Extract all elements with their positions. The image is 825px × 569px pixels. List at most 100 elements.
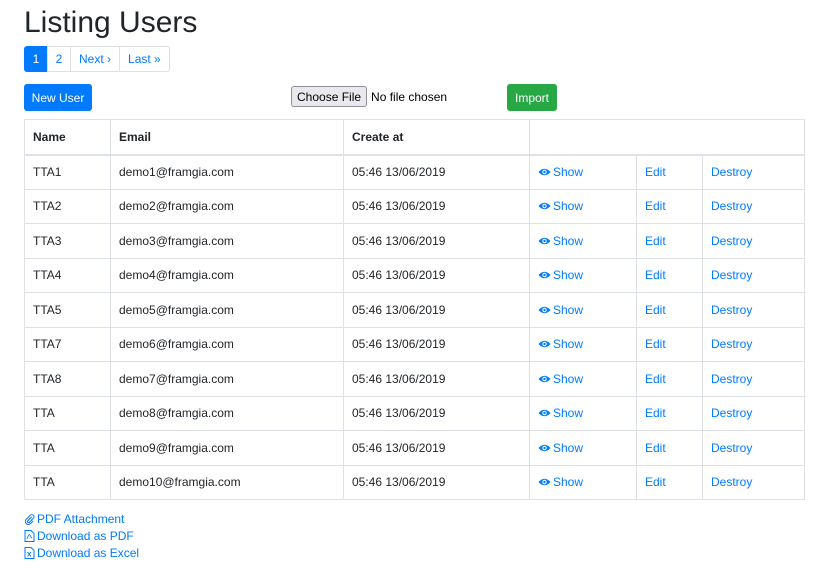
next-page-link[interactable]: Next › — [70, 46, 121, 72]
user-created-cell: 05:46 13/06/2019 — [343, 154, 530, 190]
download-pdf-link[interactable]: Download as PDF — [24, 527, 139, 544]
destroy-link[interactable]: Destroy — [711, 165, 752, 179]
edit-cell: Edit — [636, 188, 703, 224]
user-name-cell: TTA2 — [24, 188, 111, 224]
download-pdf-label: Download as PDF — [37, 528, 134, 543]
pdf-attachment-label: PDF Attachment — [37, 511, 125, 526]
eye-icon — [538, 306, 551, 313]
user-name-cell: TTA8 — [24, 361, 111, 397]
show-label: Show — [553, 337, 584, 352]
destroy-cell: Destroy — [701, 257, 806, 293]
edit-link[interactable]: Edit — [645, 372, 666, 386]
table-body: TTA1 demo1@framgia.com 05:46 13/06/2019 Sho… — [24, 154, 806, 500]
user-created-cell: 05:46 13/06/2019 — [343, 430, 530, 466]
edit-link[interactable]: Edit — [645, 234, 666, 248]
user-created-cell: 05:46 13/06/2019 — [343, 188, 530, 224]
edit-link[interactable]: Edit — [645, 199, 666, 213]
edit-link[interactable]: Edit — [645, 165, 666, 179]
user-email-cell: demo6@framgia.com — [110, 326, 344, 362]
table-row: TTA demo8@framgia.com 05:46 13/06/2019 Show… — [24, 395, 806, 431]
page-2-link[interactable]: 2 — [47, 46, 71, 72]
table-header-row: Name Email Create at — [24, 119, 806, 156]
edit-cell: Edit — [636, 292, 703, 328]
destroy-cell: Destroy — [701, 464, 806, 500]
show-link[interactable]: Show — [538, 165, 583, 179]
user-email-cell: demo7@framgia.com — [110, 361, 344, 397]
file-pdf-icon — [24, 529, 35, 542]
eye-icon — [538, 237, 551, 244]
eye-icon — [538, 479, 551, 486]
table-row: TTA5 demo5@framgia.com 05:46 13/06/2019 Sho… — [24, 292, 806, 328]
table-row: TTA3 demo3@framgia.com 05:46 13/06/2019 Sho… — [24, 223, 806, 259]
show-link[interactable]: Show — [538, 441, 583, 455]
edit-cell: Edit — [636, 257, 703, 293]
destroy-link[interactable]: Destroy — [711, 199, 752, 213]
show-cell: Show — [529, 188, 637, 224]
show-link[interactable]: Show — [538, 406, 583, 420]
destroy-link[interactable]: Destroy — [711, 441, 752, 455]
eye-icon — [538, 341, 551, 348]
new-user-button[interactable]: New User — [24, 84, 92, 111]
destroy-link[interactable]: Destroy — [711, 406, 752, 420]
edit-link[interactable]: Edit — [645, 303, 666, 317]
destroy-link[interactable]: Destroy — [711, 475, 752, 489]
footer-links: PDF Attachment Download as PDF Download … — [24, 510, 139, 561]
choose-file-button[interactable]: Choose File — [291, 86, 368, 107]
created-column-header: Create at — [343, 119, 530, 156]
user-name-cell: TTA1 — [24, 154, 111, 190]
user-created-cell: 05:46 13/06/2019 — [343, 361, 530, 397]
table-row: TTA2 demo2@framgia.com 05:46 13/06/2019 Sho… — [24, 188, 806, 224]
table-row: TTA7 demo6@framgia.com 05:46 13/06/2019 Sho… — [24, 326, 806, 362]
edit-link[interactable]: Edit — [645, 441, 666, 455]
destroy-link[interactable]: Destroy — [711, 337, 752, 351]
pdf-attachment-link[interactable]: PDF Attachment — [24, 510, 139, 527]
page-1-link[interactable]: 1 — [24, 46, 48, 72]
show-cell: Show — [529, 154, 637, 190]
destroy-link[interactable]: Destroy — [711, 372, 752, 386]
show-label: Show — [553, 302, 584, 317]
edit-link[interactable]: Edit — [645, 337, 666, 351]
last-page-link[interactable]: Last » — [119, 46, 170, 72]
show-cell: Show — [529, 430, 637, 466]
edit-link[interactable]: Edit — [645, 475, 666, 489]
edit-link[interactable]: Edit — [645, 268, 666, 282]
users-table: Name Email Create at TTA1 demo1@framgia.c… — [24, 119, 806, 500]
user-email-cell: demo1@framgia.com — [110, 154, 344, 190]
destroy-link[interactable]: Destroy — [711, 234, 752, 248]
show-cell: Show — [529, 257, 637, 293]
show-label: Show — [553, 406, 584, 421]
name-column-header: Name — [24, 119, 111, 156]
destroy-link[interactable]: Destroy — [711, 268, 752, 282]
show-link[interactable]: Show — [538, 475, 583, 489]
show-link[interactable]: Show — [538, 303, 583, 317]
show-link[interactable]: Show — [538, 372, 583, 386]
edit-link[interactable]: Edit — [645, 406, 666, 420]
destroy-link[interactable]: Destroy — [711, 303, 752, 317]
eye-icon — [538, 444, 551, 451]
destroy-cell: Destroy — [701, 430, 806, 466]
show-link[interactable]: Show — [538, 234, 583, 248]
show-link[interactable]: Show — [538, 268, 583, 282]
download-excel-link[interactable]: Download as Excel — [24, 544, 139, 561]
show-label: Show — [553, 371, 584, 386]
file-input: Choose File No file chosen — [291, 86, 447, 107]
pagination: 1 2 Next › Last » — [24, 46, 170, 72]
edit-cell: Edit — [636, 361, 703, 397]
download-excel-label: Download as Excel — [37, 545, 140, 560]
edit-cell: Edit — [636, 326, 703, 362]
edit-cell: Edit — [636, 395, 703, 431]
user-name-cell: TTA7 — [24, 326, 111, 362]
eye-icon — [538, 410, 551, 417]
show-link[interactable]: Show — [538, 199, 583, 213]
edit-cell: Edit — [636, 223, 703, 259]
user-created-cell: 05:46 13/06/2019 — [343, 326, 530, 362]
user-email-cell: demo4@framgia.com — [110, 257, 344, 293]
show-label: Show — [553, 268, 584, 283]
import-button[interactable]: Import — [507, 84, 557, 111]
user-created-cell: 05:46 13/06/2019 — [343, 464, 530, 500]
destroy-cell: Destroy — [701, 223, 806, 259]
user-email-cell: demo5@framgia.com — [110, 292, 344, 328]
eye-icon — [538, 375, 551, 382]
show-cell: Show — [529, 464, 637, 500]
show-link[interactable]: Show — [538, 337, 583, 351]
